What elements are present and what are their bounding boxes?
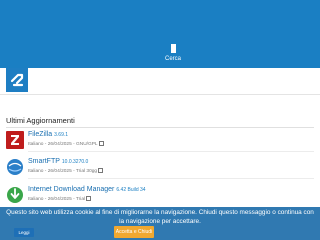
update-meta: Italiano - 26/04/2025 - GNU/GPL (28, 141, 104, 147)
external-link-icon[interactable] (86, 196, 92, 201)
cookie-banner: Questo sito web utilizza cookie al fine … (0, 207, 320, 240)
entry-divider (28, 151, 314, 152)
update-version: 3.69.1 (54, 132, 69, 138)
update-name-filezilla[interactable]: FileZilla 3.69.1 (28, 131, 68, 138)
update-item-idm: Internet Download Manager 6.42 Build 34 I… (6, 186, 314, 208)
update-meta: Italiano - 26/04/2025 - Trial (28, 196, 92, 202)
update-item-smartftp: SmartFTP 10.0.3270.0 Italiano - 26/04/202… (6, 158, 314, 180)
update-name-smartftp[interactable]: SmartFTP 10.0.3270.0 (28, 158, 88, 165)
update-version: 10.0.3270.0 (61, 159, 89, 165)
search-icon (170, 44, 176, 53)
update-version: 6.42 Build 34 (116, 187, 146, 193)
filezilla-icon[interactable] (6, 131, 24, 149)
search-label: Cerca (164, 56, 181, 62)
idm-icon[interactable] (6, 186, 24, 204)
logo-bar (0, 68, 320, 94)
update-title[interactable]: SmartFTP (28, 158, 60, 165)
smartftp-icon[interactable] (6, 158, 24, 176)
update-meta-text: Italiano - 26/04/2025 - Trial 30gg (28, 168, 98, 174)
update-name-idm[interactable]: Internet Download Manager 6.42 Build 34 (28, 186, 146, 193)
external-link-icon[interactable] (98, 168, 104, 173)
site-logo[interactable] (6, 68, 28, 92)
site-logo-icon (10, 73, 24, 87)
update-title[interactable]: Internet Download Manager (28, 186, 114, 193)
update-item-filezilla: FileZilla 3.69.1 Italiano - 26/04/2025 - … (6, 131, 314, 153)
top-header: Cerca (0, 0, 320, 68)
section-divider (6, 127, 314, 128)
logo-divider (0, 94, 320, 95)
update-meta-text: Italiano - 26/04/2025 - Trial (28, 196, 86, 202)
cookie-message: Questo sito web utilizza cookie al fine … (6, 209, 314, 225)
cookie-accept-button[interactable]: Accetta e Chiudi (114, 226, 154, 238)
entry-divider (28, 178, 314, 179)
external-link-icon[interactable] (98, 141, 104, 146)
section-title: Ultimi Aggiornamenti (6, 116, 75, 125)
search-button[interactable]: Cerca (158, 44, 188, 66)
update-meta-text: Italiano - 26/04/2025 - GNU/GPL (28, 141, 98, 147)
update-title[interactable]: FileZilla (28, 131, 52, 138)
cookie-read-button[interactable]: Leggi (14, 228, 34, 237)
update-meta: Italiano - 26/04/2025 - Trial 30gg (28, 168, 104, 174)
